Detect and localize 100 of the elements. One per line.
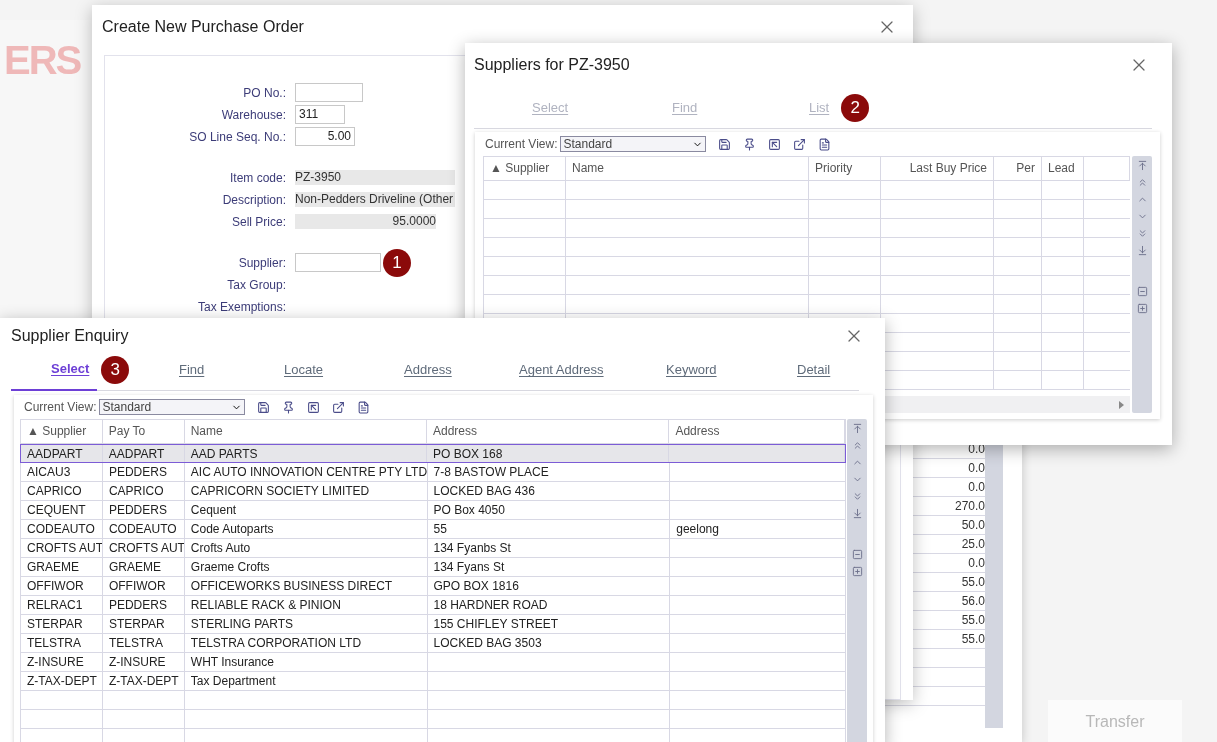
scroll-right-icon[interactable] — [1119, 400, 1124, 409]
table-cell: Z-TAX-DEPT — [108, 674, 179, 688]
view-select[interactable]: Standard — [99, 399, 246, 415]
table-cell: Crofts Auto — [190, 541, 251, 555]
table-cell: CAPRICO — [27, 484, 82, 498]
table-cell: CAPRICORN SOCIETY LIMITED — [190, 484, 370, 498]
table-cell: 134 Fyanbs St — [433, 541, 511, 555]
table-cell: TELSTRA — [27, 636, 81, 650]
table-cell: RELIABLE RACK & PINION — [190, 598, 341, 612]
column-header[interactable]: Name — [566, 157, 809, 180]
current-view-label: Current View: — [485, 136, 558, 153]
table-cell: PEDDERS — [108, 598, 167, 612]
column-header[interactable]: Priority — [809, 157, 881, 180]
external-link-icon[interactable] — [332, 400, 346, 414]
table-row[interactable]: RELRAC1 PEDDERS RELIABLE RACK & PINION 18 HARDNER ROAD — [20, 596, 846, 615]
table-cell: PO Box 4050 — [433, 503, 505, 517]
column-header[interactable]: Address — [427, 420, 670, 443]
expand-icon[interactable] — [851, 566, 863, 577]
table-cell: OFFIWOR — [27, 579, 84, 593]
table-cell: PO BOX 168 — [433, 447, 503, 461]
table-row[interactable]: AADPART AADPART AAD PARTS PO BOX 168 — [20, 444, 846, 463]
table-row[interactable]: CEQUENT PEDDERS Cequent PO Box 4050 — [20, 501, 846, 520]
table-cell: LOCKED BAG 436 — [433, 484, 535, 498]
collapse-icon[interactable] — [851, 549, 863, 560]
table-cell: Z-TAX-DEPT — [27, 674, 97, 688]
first-page-icon[interactable] — [1136, 160, 1148, 171]
column-header[interactable]: Per — [994, 157, 1042, 180]
input-field[interactable] — [295, 253, 381, 272]
step-badge: 1 — [383, 248, 411, 277]
tab[interactable]: Keyword — [658, 349, 725, 391]
table-row[interactable]: GRAEME GRAEME Graeme Crofts 134 Fyans St — [20, 558, 846, 577]
column-header[interactable]: Name — [184, 420, 427, 443]
last-page-icon[interactable] — [851, 508, 863, 519]
column-header[interactable]: ▲ Supplier — [484, 157, 566, 180]
table-cell: LOCKED BAG 3503 — [433, 636, 542, 650]
field-label: Tax Group: — [226, 276, 287, 294]
table-cell: GRAEME — [108, 560, 161, 574]
tab[interactable]: Locate — [276, 349, 332, 391]
column-header[interactable]: Last Buy Price — [881, 157, 994, 180]
file-icon[interactable] — [357, 400, 371, 414]
tab[interactable]: Select — [11, 349, 98, 391]
column-header[interactable]: ▲ Supplier — [21, 420, 103, 443]
table-cell: CROFTS AUT — [27, 541, 102, 555]
field-label: PO No.: — [242, 84, 287, 102]
pin-icon[interactable] — [282, 400, 296, 414]
field-label: Sell Price: — [230, 213, 287, 231]
table-row[interactable]: CROFTS AUT CROFTS AUT Crofts Auto 134 Fyanbs St — [20, 539, 846, 558]
pin-icon[interactable] — [743, 137, 757, 151]
input-field[interactable]: 311 — [295, 105, 345, 124]
table-row[interactable]: CAPRICO CAPRICO CAPRICORN SOCIETY LIMITED LOCKED BAG 436 — [20, 482, 846, 501]
table-cell: STERPAR — [108, 617, 165, 631]
field-label: SO Line Seq. No.: — [188, 128, 287, 146]
expand-icon[interactable] — [1136, 303, 1148, 314]
table-row[interactable]: AICAU3 PEDDERS AIC AUTO INNOVATION CENTRE PTY LTD 7-8 BASTOW PLACE — [20, 463, 846, 482]
table-cell: PEDDERS — [108, 465, 167, 479]
column-header[interactable]: Lead — [1042, 157, 1084, 180]
field-label: Description: — [221, 191, 287, 209]
table-cell: STERLING PARTS — [190, 617, 294, 631]
table-cell: 55 — [433, 522, 447, 536]
collapse-icon[interactable] — [1136, 286, 1148, 297]
tab[interactable]: Detail — [789, 349, 839, 391]
file-icon[interactable] — [818, 137, 832, 151]
view-select[interactable]: Standard — [560, 136, 707, 152]
table-cell: AAD PARTS — [190, 447, 258, 461]
window-title: Suppliers for PZ-3950 — [474, 55, 630, 75]
input-field[interactable] — [295, 83, 363, 102]
column-header[interactable]: Address — [669, 420, 845, 443]
table-cell: STERPAR — [27, 617, 83, 631]
table-cell: RELRAC1 — [27, 598, 83, 612]
column-header[interactable]: Pay To — [102, 420, 185, 443]
input-field[interactable]: 5.00 — [295, 127, 355, 146]
tab[interactable]: Agent Address — [511, 349, 612, 391]
table-cell: Code Autoparts — [190, 522, 274, 536]
table-cell: Graeme Crofts — [190, 560, 270, 574]
table-row[interactable]: Z-INSURE Z-INSURE WHT Insurance — [20, 653, 846, 672]
save-icon[interactable] — [257, 400, 271, 414]
table-cell: AADPART — [27, 447, 83, 461]
table-cell: GPO BOX 1816 — [433, 579, 519, 593]
last-page-icon[interactable] — [1136, 245, 1148, 256]
first-page-icon[interactable] — [851, 423, 863, 434]
tab[interactable]: Find — [171, 349, 213, 391]
table-row[interactable]: CODEAUTO CODEAUTO Code Autoparts 55 geelong — [20, 520, 846, 539]
table-cell: geelong — [676, 522, 719, 536]
save-icon[interactable] — [718, 137, 732, 151]
external-link-icon[interactable] — [793, 137, 807, 151]
read-only-field: Non-Pedders Driveline (Other — [295, 192, 455, 207]
table-row[interactable]: STERPAR STERPAR STERLING PARTS 155 CHIFLEY STREET — [20, 615, 846, 634]
table-cell: Tax Department — [190, 674, 276, 688]
current-view-label: Current View: — [24, 399, 97, 416]
table-cell: WHT Insurance — [190, 655, 274, 669]
table-row[interactable]: OFFIWOR OFFIWOR OFFICEWORKS BUSINESS DIRECT GPO BOX 1816 — [20, 577, 846, 596]
table-row[interactable]: Z-TAX-DEPT Z-TAX-DEPT Tax Department — [20, 672, 846, 691]
table-cell: 18 HARDNER ROAD — [433, 598, 548, 612]
field-label: Supplier: — [237, 254, 287, 272]
table-cell: AIC AUTO INNOVATION CENTRE PTY LTD — [190, 465, 427, 479]
tab[interactable]: Address — [396, 349, 460, 391]
table-cell: PEDDERS — [108, 503, 167, 517]
field-label: Tax Exemptions: — [196, 298, 287, 316]
table-cell: CODEAUTO — [108, 522, 177, 536]
table-row[interactable]: TELSTRA TELSTRA TELSTRA CORPORATION LTD LOCKED BAG 3503 — [20, 634, 846, 653]
